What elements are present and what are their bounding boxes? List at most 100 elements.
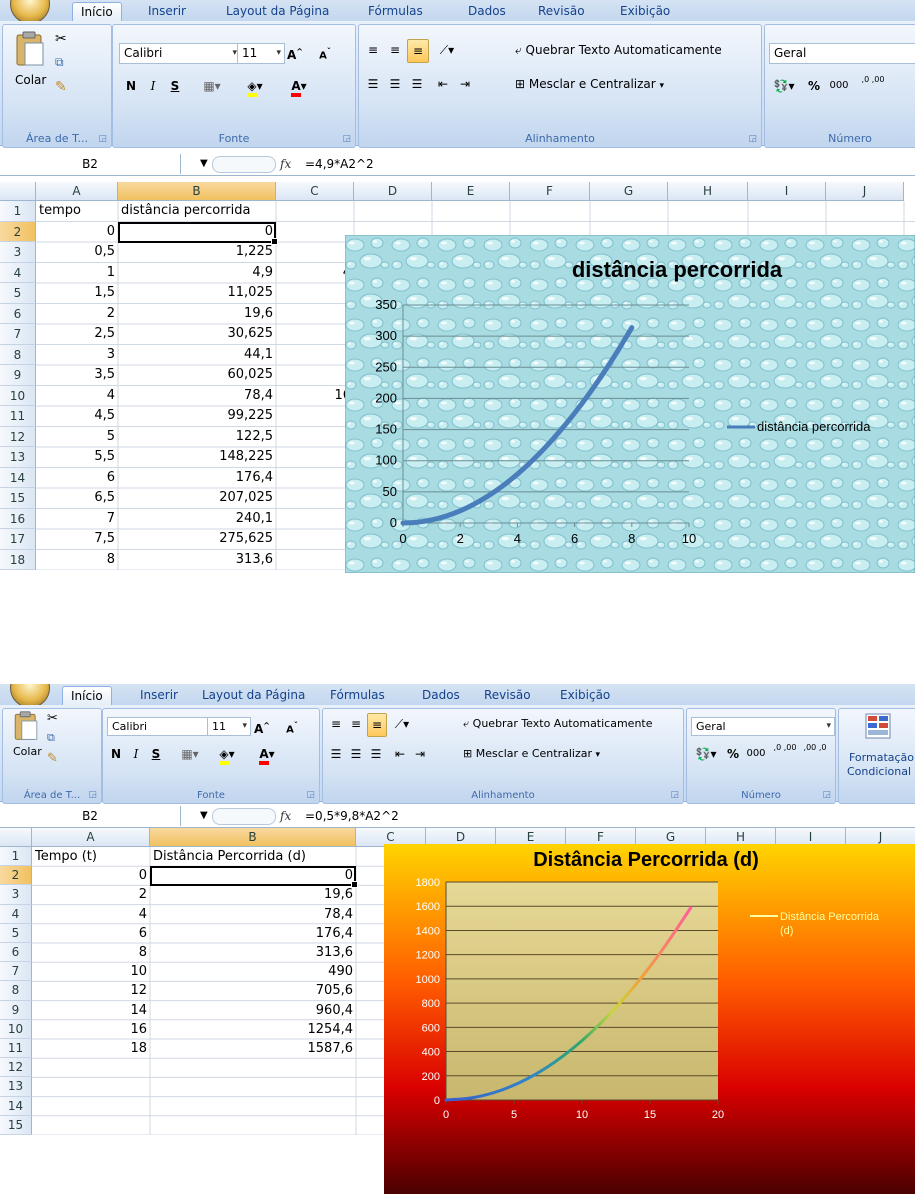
row-header-13[interactable]: 13 xyxy=(0,447,36,468)
orientation-icon[interactable]: ⟋▾ xyxy=(389,713,415,735)
select-all-corner[interactable] xyxy=(0,182,36,201)
tab-inicio[interactable]: Início xyxy=(62,686,112,706)
font-name-combo[interactable]: Calibri xyxy=(107,717,213,736)
cell-a11[interactable]: 18 xyxy=(32,1039,150,1058)
column-header-e[interactable]: E xyxy=(432,182,510,201)
cell-a7[interactable]: 10 xyxy=(32,962,150,981)
cell-a15[interactable] xyxy=(32,1116,150,1135)
row-header-7[interactable]: 7 xyxy=(0,324,36,345)
row-header-9[interactable]: 9 xyxy=(0,1000,32,1020)
cell-a12[interactable] xyxy=(32,1058,150,1077)
increase-decimal-button[interactable]: ,0 ,00 xyxy=(857,75,889,97)
bold-button[interactable]: N xyxy=(121,75,141,97)
cut-icon[interactable]: ✂ xyxy=(47,711,58,726)
copy-icon[interactable]: ⧉ xyxy=(47,731,55,745)
dialog-launcher-icon[interactable]: ◲ xyxy=(748,134,757,144)
cell-b14[interactable]: 176,4 xyxy=(118,468,276,489)
cell-b5[interactable]: 176,4 xyxy=(150,924,356,943)
row-header-6[interactable]: 6 xyxy=(0,943,32,963)
align-top-icon[interactable]: ≡ xyxy=(363,39,383,61)
align-middle-icon[interactable]: ≡ xyxy=(347,713,365,735)
select-all-corner[interactable] xyxy=(0,828,32,847)
align-left-icon[interactable]: ☰ xyxy=(363,73,383,95)
paste-icon[interactable] xyxy=(15,31,45,70)
dialog-launcher-icon[interactable]: ◲ xyxy=(342,134,351,144)
row-header-12[interactable]: 12 xyxy=(0,1058,32,1078)
row-header-15[interactable]: 15 xyxy=(0,1115,32,1135)
column-header-b[interactable]: B xyxy=(118,182,276,201)
row-header-3[interactable]: 3 xyxy=(0,885,32,905)
function-icon[interactable]: fx xyxy=(280,154,291,174)
column-header-f[interactable]: F xyxy=(510,182,590,201)
cell-a1[interactable]: Tempo (t) xyxy=(32,847,150,866)
cell-a17[interactable]: 7,5 xyxy=(36,529,118,550)
font-color-icon[interactable]: A▾ xyxy=(279,75,319,97)
cell-a4[interactable]: 1 xyxy=(36,263,118,284)
font-size-combo[interactable]: 11 ▾ xyxy=(237,43,285,64)
row-header-11[interactable]: 11 xyxy=(0,1039,32,1059)
shrink-font-button[interactable]: Aˇ xyxy=(311,41,339,63)
cell-a18[interactable]: 8 xyxy=(36,550,118,571)
grow-font-button[interactable]: A^ xyxy=(249,715,275,737)
cell-b5[interactable]: 11,025 xyxy=(118,283,276,304)
cell-a7[interactable]: 2,5 xyxy=(36,324,118,345)
cell-b1[interactable]: Distância Percorrida (d) xyxy=(150,847,356,866)
cell-a1[interactable]: tempo xyxy=(36,201,118,222)
cell-b8[interactable]: 705,6 xyxy=(150,981,356,1000)
paste-button[interactable]: Colar xyxy=(13,745,42,758)
merge-center-button[interactable]: ⊞ Mesclar e Centralizar ▾ xyxy=(515,73,664,95)
row-header-5[interactable]: 5 xyxy=(0,923,32,943)
orientation-icon[interactable]: ⟋▾ xyxy=(433,39,461,61)
decrease-indent-icon[interactable]: ⇤ xyxy=(391,743,409,765)
row-header-5[interactable]: 5 xyxy=(0,283,36,304)
row-header-8[interactable]: 8 xyxy=(0,344,36,365)
merge-center-button[interactable]: ⊞ Mesclar e Centralizar ▾ xyxy=(463,743,600,765)
borders-icon[interactable]: ▦▾ xyxy=(195,75,229,97)
number-format-combo[interactable]: Geral▾ xyxy=(769,43,915,64)
percent-button[interactable]: % xyxy=(805,75,823,97)
cell-a2[interactable]: 0 xyxy=(36,222,118,243)
align-center-icon[interactable]: ☰ xyxy=(385,73,405,95)
cell-a13[interactable] xyxy=(32,1077,150,1096)
italic-button[interactable]: I xyxy=(127,743,145,765)
tab-layout[interactable]: Layout da Página xyxy=(194,686,313,705)
chevron-down-icon[interactable]: ▼ xyxy=(200,154,208,174)
tab-formulas[interactable]: Fórmulas xyxy=(360,2,431,21)
row-header-13[interactable]: 13 xyxy=(0,1077,32,1097)
tab-exibicao[interactable]: Exibição xyxy=(612,2,678,21)
cell-b4[interactable]: 78,4 xyxy=(150,905,356,924)
cell-a6[interactable]: 2 xyxy=(36,304,118,325)
cell-a9[interactable]: 3,5 xyxy=(36,365,118,386)
align-center-icon[interactable]: ☰ xyxy=(347,743,365,765)
tab-exibicao[interactable]: Exibição xyxy=(552,686,618,705)
increase-indent-icon[interactable]: ⇥ xyxy=(455,73,475,95)
currency-icon[interactable]: 💱▾ xyxy=(769,75,799,97)
paste-icon[interactable] xyxy=(13,711,39,744)
cell-b6[interactable]: 19,6 xyxy=(118,304,276,325)
row-header-4[interactable]: 4 xyxy=(0,904,32,924)
decrease-indent-icon[interactable]: ⇤ xyxy=(433,73,453,95)
row-header-10[interactable]: 10 xyxy=(0,1019,32,1039)
wrap-text-button[interactable]: ⤶ Quebrar Texto Automaticamente xyxy=(463,713,653,735)
cell-c-partial[interactable]: 4 xyxy=(276,263,354,284)
format-painter-icon[interactable]: ✎ xyxy=(47,751,58,766)
name-box[interactable]: B2 xyxy=(0,154,181,174)
row-header-17[interactable]: 17 xyxy=(0,529,36,550)
line-chart[interactable]: Distância Percorrida (d)0200400600800100… xyxy=(384,844,915,1194)
conditional-formatting-icon[interactable] xyxy=(865,713,891,742)
formula-input[interactable]: =4,9*A2^2 xyxy=(305,154,374,174)
increase-indent-icon[interactable]: ⇥ xyxy=(411,743,429,765)
dialog-launcher-icon[interactable]: ◲ xyxy=(306,790,315,800)
align-left-icon[interactable]: ☰ xyxy=(327,743,345,765)
dialog-launcher-icon[interactable]: ◲ xyxy=(98,134,107,144)
align-middle-icon[interactable]: ≡ xyxy=(385,39,405,61)
row-header-1[interactable]: 1 xyxy=(0,201,36,222)
cell-a5[interactable]: 1,5 xyxy=(36,283,118,304)
cell-b7[interactable]: 490 xyxy=(150,962,356,981)
cell-b12[interactable] xyxy=(150,1058,356,1077)
wrap-text-button[interactable]: ⤶ Quebrar Texto Automaticamente xyxy=(515,39,722,61)
row-header-14[interactable]: 14 xyxy=(0,1096,32,1116)
paste-button[interactable]: Colar xyxy=(15,73,46,87)
name-box[interactable]: B2 xyxy=(0,806,181,826)
cell-a3[interactable]: 2 xyxy=(32,885,150,904)
